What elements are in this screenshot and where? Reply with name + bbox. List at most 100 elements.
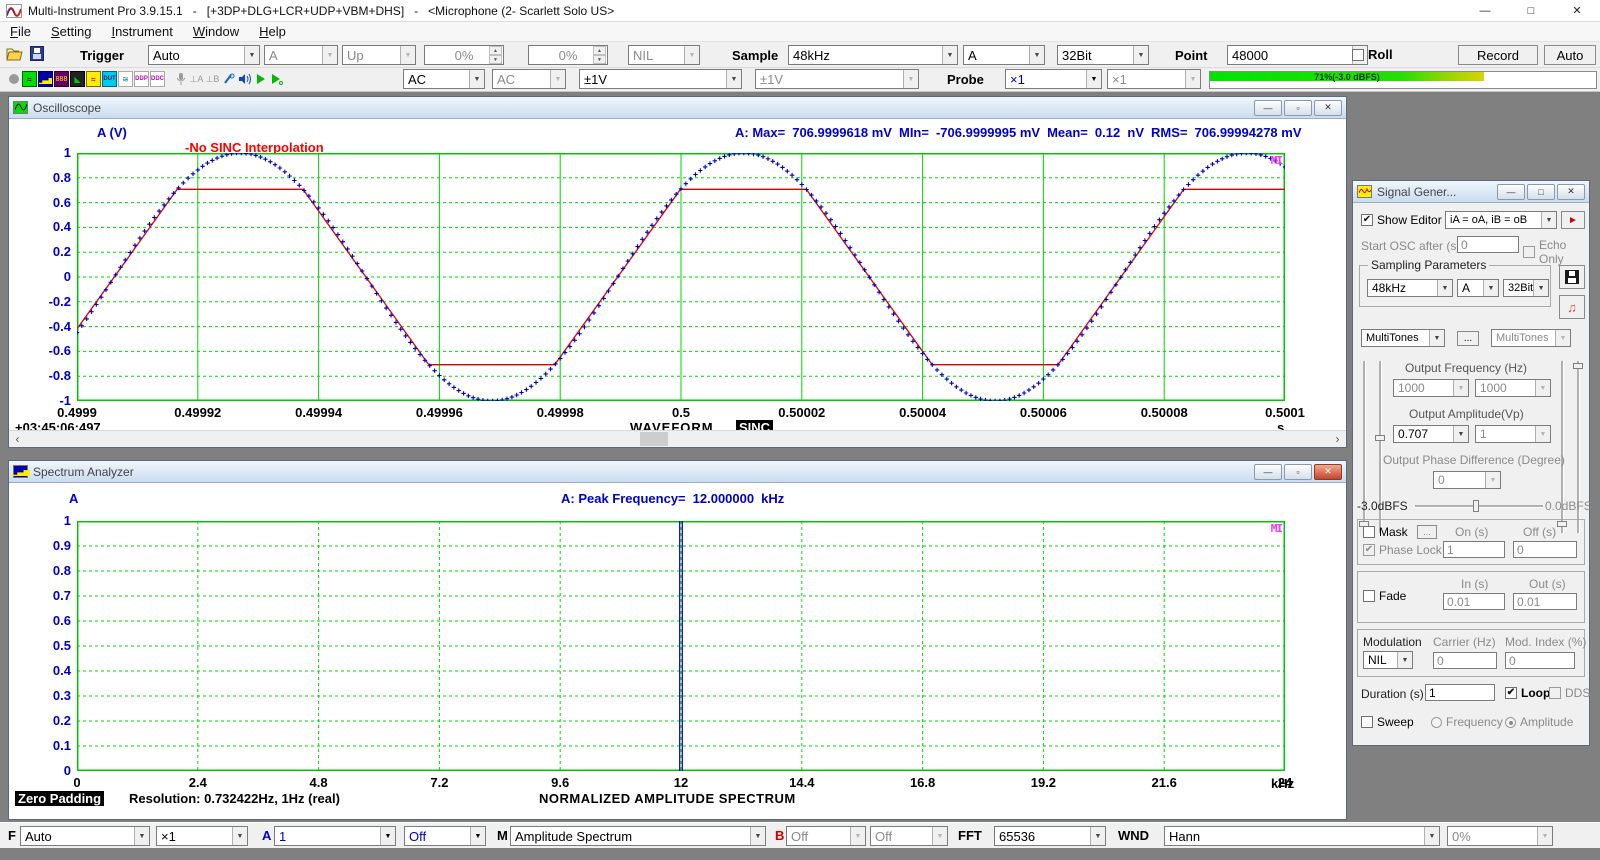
- start-osc-label: Start OSC after (s): [1361, 239, 1460, 253]
- scrollbar-thumb[interactable]: [640, 432, 668, 446]
- spectrum-analyzer-icon[interactable]: ▁▃▅: [38, 71, 53, 87]
- input-level-meter: 71%(-3.0 dBFS): [1209, 71, 1597, 89]
- siggen-maximize-button[interactable]: □: [1527, 184, 1555, 200]
- spectrum-restore-button[interactable]: ▫: [1284, 464, 1312, 480]
- a-ref-dropdown[interactable]: Off▼: [404, 826, 486, 846]
- mask-checkbox[interactable]: Mask: [1363, 525, 1408, 539]
- spec-y-tick: 0.2: [25, 713, 71, 728]
- spec-y-tick: 0: [25, 763, 71, 778]
- sweep-checkbox[interactable]: Sweep: [1361, 715, 1414, 729]
- osc-x-tick: 0.5001: [1265, 405, 1305, 420]
- siggen-minimize-button[interactable]: —: [1497, 184, 1525, 200]
- multimeter-icon[interactable]: 888: [54, 71, 69, 87]
- spectrum-window-icon: ▁▃▅: [13, 465, 28, 478]
- phase-dropdown: 0▼: [1433, 471, 1501, 489]
- oscilloscope-minimize-button[interactable]: —: [1254, 100, 1282, 116]
- zero-padding-badge[interactable]: Zero Padding: [15, 791, 104, 806]
- speaker-icon[interactable]: [237, 71, 252, 87]
- spectrum-close-button[interactable]: ✕: [1314, 464, 1342, 480]
- probe-a-dropdown[interactable]: ×1▼: [1005, 69, 1102, 89]
- signal-generator-titlebar[interactable]: Signal Gener... — □ ✕: [1353, 181, 1589, 203]
- menu-item-file[interactable]: File: [0, 22, 41, 41]
- waveform-more-button[interactable]: ...: [1457, 331, 1479, 346]
- spec-x-tick: 12: [674, 775, 688, 790]
- oscilloscope-icon[interactable]: ≈: [22, 71, 37, 87]
- ddp-viewer-icon[interactable]: DDP: [134, 71, 149, 87]
- app-minimize-button[interactable]: —: [1462, 0, 1508, 22]
- trigger-delay-spinner[interactable]: 0%▲▼: [528, 45, 608, 65]
- record-button[interactable]: Record: [1458, 45, 1538, 65]
- menu-item-window[interactable]: Window: [183, 22, 249, 41]
- ddc-icon[interactable]: DDC: [150, 71, 165, 87]
- display-mode-dropdown[interactable]: Amplitude Spectrum▼: [510, 826, 766, 846]
- spectrum-3d-plot-icon[interactable]: ◣: [70, 71, 85, 87]
- menu-item-help[interactable]: Help: [249, 22, 296, 41]
- app-titlebar: Multi-Instrument Pro 3.9.15.1 - [+3DP+DL…: [0, 0, 1600, 22]
- dbfs-slider-track[interactable]: [1415, 505, 1543, 508]
- siggen-save-button[interactable]: [1559, 265, 1585, 289]
- scroll-right-icon[interactable]: ›: [1329, 431, 1346, 447]
- siggen-bits-dropdown[interactable]: 32Bit▼: [1503, 279, 1549, 297]
- point-count-dropdown[interactable]: 48000▼: [1227, 45, 1368, 65]
- zoom-dropdown[interactable]: ×1▼: [156, 826, 248, 846]
- freq-a-slider-handle[interactable]: [1375, 435, 1385, 441]
- run-icon[interactable]: [253, 71, 268, 87]
- derived-data-curve-icon[interactable]: ≋: [118, 71, 133, 87]
- trigger-level-spinner[interactable]: 0%▲▼: [424, 45, 504, 65]
- oscilloscope-titlebar[interactable]: Oscilloscope — ▫ ✕: [9, 97, 1346, 119]
- menu-item-instrument[interactable]: Instrument: [101, 22, 182, 41]
- modulation-type-dropdown[interactable]: NIL▼: [1363, 651, 1413, 669]
- oscilloscope-close-button[interactable]: ✕: [1314, 100, 1342, 116]
- device-test-plan-icon[interactable]: DUT: [102, 71, 117, 87]
- roll-checkbox[interactable]: Roll: [1352, 47, 1393, 62]
- menu-item-setting[interactable]: Setting: [41, 22, 101, 41]
- spec-x-tick: 9.6: [551, 775, 569, 790]
- dbfs-slider-handle[interactable]: [1473, 500, 1479, 512]
- spectrum-channel-label: A: [69, 491, 78, 506]
- osc-y-tick: 0: [25, 269, 71, 284]
- calibration-icon[interactable]: [221, 71, 236, 87]
- freq-axis-mode-dropdown[interactable]: Auto▼: [20, 826, 150, 846]
- bit-depth-dropdown[interactable]: 32Bit▼: [1057, 45, 1149, 65]
- amp-a-dropdown[interactable]: 0.707▼: [1393, 425, 1469, 443]
- waveform-a-dropdown[interactable]: MultiTones▼: [1361, 329, 1445, 347]
- scroll-left-icon[interactable]: ‹: [9, 431, 26, 447]
- freq-b-slider-handle[interactable]: [1573, 363, 1583, 369]
- signal-generator-icon[interactable]: ≈: [86, 71, 101, 87]
- oscilloscope-scrollbar[interactable]: ‹ ›: [9, 430, 1346, 447]
- run-loop-icon[interactable]: [269, 71, 284, 87]
- spectrum-minimize-button[interactable]: —: [1254, 464, 1282, 480]
- sample-rate-dropdown[interactable]: 48kHz▼: [788, 45, 958, 65]
- mask-more-button: ...: [1417, 525, 1437, 539]
- routing-dropdown[interactable]: iA = oA, iB = oB▼: [1445, 211, 1557, 229]
- loop-checkbox[interactable]: ✔Loop: [1505, 686, 1550, 700]
- fade-checkbox[interactable]: Fade: [1363, 589, 1406, 603]
- a-scale-dropdown[interactable]: 1▼: [274, 826, 396, 846]
- auto-scale-button[interactable]: Auto: [1544, 45, 1596, 65]
- range-a-dropdown[interactable]: ±1V▼: [579, 69, 742, 89]
- window-function-dropdown[interactable]: Hann▼: [1164, 826, 1440, 846]
- app-maximize-button[interactable]: □: [1508, 0, 1554, 22]
- app-close-button[interactable]: ✕: [1554, 0, 1600, 22]
- peak-unit: kHz: [761, 491, 784, 506]
- duration-input[interactable]: 1: [1425, 684, 1495, 701]
- siggen-channel-dropdown[interactable]: A▼: [1457, 279, 1499, 297]
- sample-channel-dropdown[interactable]: A▼: [963, 45, 1045, 65]
- save-icon[interactable]: [30, 46, 44, 61]
- duration-label: Duration (s): [1361, 687, 1424, 701]
- trigger-mode-dropdown[interactable]: Auto▼: [148, 45, 260, 65]
- oscilloscope-stats: A: Max=706.9999618 mV MIn=-706.9999995 m…: [735, 125, 1309, 140]
- spectrum-plot[interactable]: MI: [77, 521, 1285, 771]
- siggen-close-button[interactable]: ✕: [1557, 184, 1585, 200]
- show-editor-checkbox[interactable]: ✔Show Editor: [1361, 213, 1442, 227]
- oscilloscope-restore-button[interactable]: ▫: [1284, 100, 1312, 116]
- min-value: -706.9999995 mV: [936, 125, 1040, 140]
- open-file-icon[interactable]: [6, 47, 24, 61]
- spectrum-axis-title: NORMALIZED AMPLITUDE SPECTRUM: [539, 791, 796, 806]
- spectrum-titlebar[interactable]: ▁▃▅ Spectrum Analyzer — ▫ ✕: [9, 461, 1346, 483]
- oscilloscope-plot[interactable]: MI: [77, 153, 1285, 401]
- siggen-run-button[interactable]: ►: [1561, 211, 1585, 229]
- coupling-a-dropdown[interactable]: AC▼: [403, 69, 485, 89]
- siggen-rate-dropdown[interactable]: 48kHz▼: [1367, 279, 1453, 297]
- fft-size-dropdown[interactable]: 65536▼: [994, 826, 1106, 846]
